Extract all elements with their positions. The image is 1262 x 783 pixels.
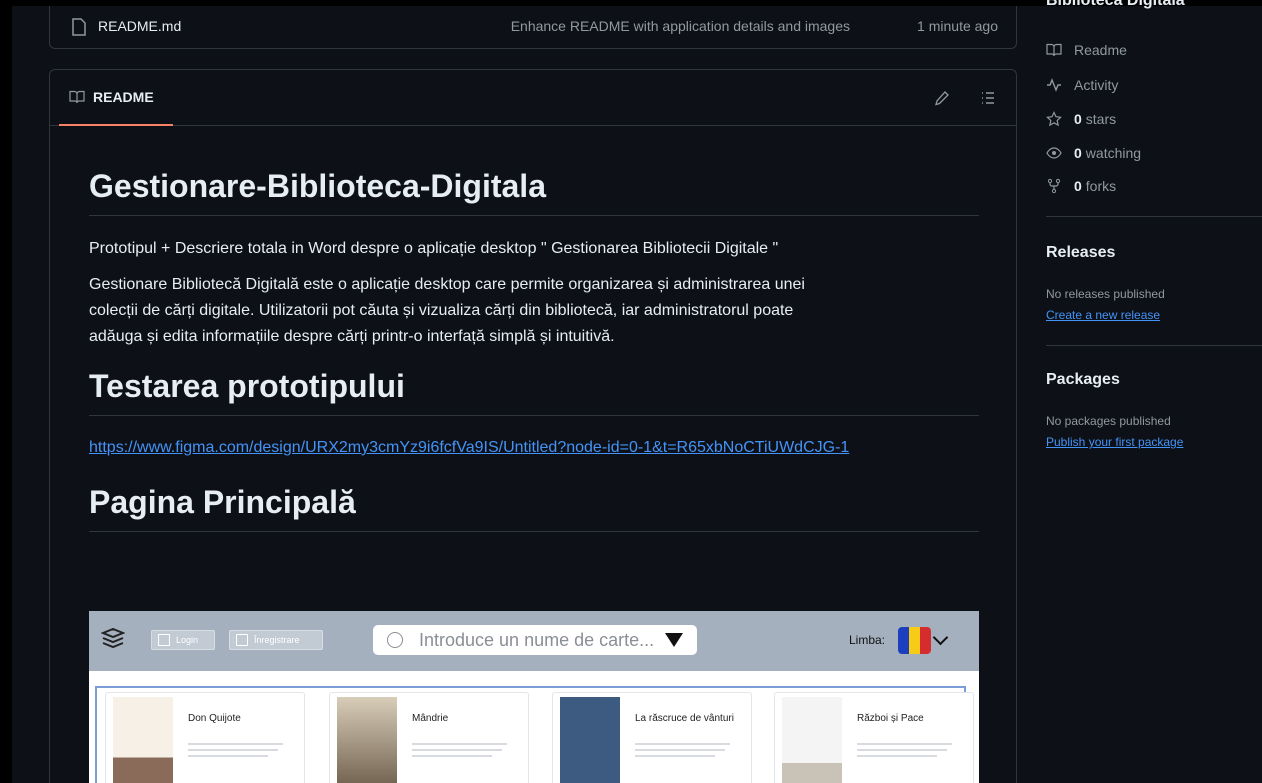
prototype-register-button: Înregistrare [229,630,323,650]
releases-empty: No releases published [1046,287,1165,301]
book-text-line [857,755,937,757]
commit-message[interactable]: Enhance README with application details … [457,18,850,34]
book-cover-image [560,697,620,783]
readme-desc-line: adăuga și edita informațiile despre cărț… [89,328,615,345]
book-text-line [412,743,507,745]
search-icon [387,632,403,648]
sidebar-divider [1046,345,1262,346]
book-text-line [635,755,715,757]
filter-icon [665,633,683,647]
book-cover-image [337,697,397,783]
register-icon [236,634,248,646]
readme-intro: Prototipul + Descriere totala in Word de… [89,240,779,257]
repo-description-cut: Biblioteca Digitala [1046,0,1185,9]
book-text-line [857,749,947,751]
tab-readme-label: README [93,89,154,105]
book-text-line [857,743,952,745]
watching-count: 0 [1074,145,1082,161]
book-text-line [188,743,283,745]
section-pagina-principala: Pagina Principală [89,482,979,532]
book-text-line [412,755,492,757]
book-text-line [188,749,278,751]
book-card: La răscruce de vânturi [552,692,752,783]
pencil-icon[interactable] [934,90,950,106]
file-name[interactable]: README.md [98,18,181,34]
readme-desc-line: colecții de cărți digitale. Utilizatorii… [89,302,794,319]
pulse-icon [1047,78,1061,92]
watching-label: watching [1085,145,1142,161]
sidebar-stars[interactable]: 0 stars [1046,109,1116,129]
commit-time: 1 minute ago [917,18,998,34]
sidebar-watching[interactable]: 0 watching [1046,143,1141,163]
prototype-search-placeholder: Introduce un nume de carte... [419,629,655,650]
sidebar-forks[interactable]: 0 forks [1046,176,1116,196]
prototype-image[interactable]: Login Înregistrare Introduce un nume de … [89,611,979,783]
book-card: Mândrie [329,692,529,783]
about-sidebar: Biblioteca Digitala Readme Activity 0 sta… [1030,0,1262,783]
books-logo-icon [101,628,125,649]
prototype-login-button: Login [151,630,215,650]
book-icon [69,90,85,104]
book-title: Război și Pace [857,713,924,724]
book-cover-image [113,697,173,783]
book-title: La răscruce de vânturi [635,713,734,724]
eye-icon [1046,147,1062,159]
figma-link[interactable]: https://www.figma.com/design/URX2my3cmYz… [89,436,979,460]
book-text-line [188,755,268,757]
prototype-language-label: Limba: [849,633,886,647]
sidebar-activity[interactable]: Activity [1046,75,1118,95]
publish-package-link[interactable]: Publish your first package [1046,435,1183,449]
readme-header: README [50,70,1016,126]
prototype-search: Introduce un nume de carte... [373,625,697,655]
prototype-register-label: Înregistrare [254,635,300,645]
stars-label: stars [1085,111,1117,127]
sidebar-readme[interactable]: Readme [1046,40,1127,60]
sidebar-activity-label: Activity [1074,77,1119,93]
star-icon [1046,111,1062,127]
book-text-line [635,743,730,745]
packages-empty: No packages published [1046,414,1171,428]
book-cover-image [782,697,842,783]
prototype-topbar: Login Înregistrare Introduce un nume de … [89,611,979,671]
book-icon [1046,43,1062,57]
sidebar-readme-label: Readme [1074,42,1127,58]
book-card: Don Quijote [105,692,305,783]
login-icon [158,634,170,646]
book-card: Război și Pace [774,692,974,783]
book-title: Don Quijote [188,713,241,724]
packages-title[interactable]: Packages [1046,371,1120,389]
book-text-line [412,749,502,751]
readme-heading: Gestionare-Biblioteca-Digitala [89,166,979,216]
list-icon[interactable] [980,90,996,106]
book-title: Mândrie [412,713,449,724]
forks-count: 0 [1074,178,1082,194]
tab-readme[interactable]: README [59,70,173,126]
section-testarea: Testarea prototipului [89,366,979,416]
fork-icon [1047,178,1061,194]
readme-desc-line: Gestionare Bibliotecă Digitală este o ap… [89,276,805,293]
sidebar-divider [1046,216,1262,217]
stars-count: 0 [1074,111,1082,127]
create-release-link[interactable]: Create a new release [1046,308,1160,322]
file-row-readme[interactable]: README.md Enhance README with applicatio… [49,6,1017,49]
left-edge [0,0,12,783]
file-icon [72,18,86,36]
book-text-line [635,749,725,751]
readme-content: Gestionare-Biblioteca-Digitala Prototipu… [89,166,979,532]
forks-label: forks [1085,178,1117,194]
romania-flag-icon [898,627,931,654]
chevron-down-icon [932,629,949,646]
prototype-book-grid: Don Quijote Mândrie La răscruce de vântu… [95,686,974,783]
releases-title[interactable]: Releases [1046,244,1115,262]
prototype-login-label: Login [176,635,199,645]
